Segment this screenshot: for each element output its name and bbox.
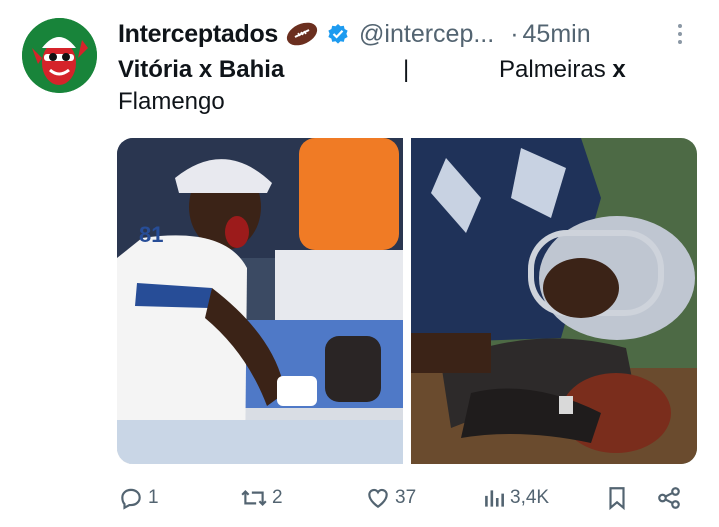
separator-dot: · bbox=[510, 19, 519, 48]
american-football-emoji bbox=[285, 21, 319, 47]
reply-count: 1 bbox=[148, 487, 159, 508]
display-name[interactable]: Interceptados bbox=[118, 20, 278, 49]
views-icon bbox=[485, 490, 504, 507]
share-button[interactable] bbox=[656, 482, 682, 514]
football-player-celebrating-image: 81 bbox=[117, 138, 403, 464]
media-photo-right[interactable] bbox=[411, 138, 697, 464]
views-count: 3,4K bbox=[510, 487, 550, 508]
verified-badge-icon[interactable] bbox=[327, 23, 349, 45]
bookmark-icon bbox=[609, 487, 625, 511]
avatar[interactable] bbox=[22, 18, 97, 93]
like-button[interactable]: 37 bbox=[365, 482, 416, 514]
tweet-text: Vitória x Bahia | Palmeiras x Flamengo bbox=[118, 54, 678, 118]
retweet-button[interactable]: 2 bbox=[240, 482, 283, 514]
media-photo-left[interactable]: 81 bbox=[117, 138, 403, 464]
like-icon bbox=[368, 488, 388, 508]
share-icon bbox=[658, 487, 680, 509]
timestamp[interactable]: 45min bbox=[523, 20, 591, 49]
tweet-text-segment-1: Vitória x Bahia bbox=[118, 56, 285, 83]
views-button[interactable]: 3,4K bbox=[482, 482, 549, 514]
avatar-mascot-image bbox=[22, 18, 97, 93]
football-player-on-ground-image bbox=[411, 138, 697, 464]
tweet-actions: 1 2 37 3,4K bbox=[116, 482, 696, 514]
like-count: 37 bbox=[395, 487, 417, 508]
handle[interactable]: @intercep... bbox=[359, 20, 494, 49]
tweet-text-separator: | bbox=[403, 56, 410, 83]
tweet-text-segment-2-x: x bbox=[612, 56, 626, 83]
more-icon[interactable] bbox=[678, 24, 682, 44]
tweet-text-segment-2: Palmeiras x bbox=[499, 54, 626, 86]
tweet-header: Interceptados @intercep... · 45min bbox=[118, 17, 698, 51]
tweet-media[interactable]: 81 bbox=[117, 138, 697, 464]
retweet-icon bbox=[241, 490, 267, 506]
reply-icon bbox=[121, 488, 141, 510]
svg-text:81: 81 bbox=[139, 222, 163, 247]
tweet-text-line-2: Flamengo bbox=[118, 88, 225, 115]
bookmark-button[interactable] bbox=[606, 482, 628, 514]
tweet-text-segment-2-prefix: Palmeiras bbox=[499, 56, 613, 83]
retweet-count: 2 bbox=[272, 487, 283, 508]
reply-button[interactable]: 1 bbox=[118, 482, 159, 514]
